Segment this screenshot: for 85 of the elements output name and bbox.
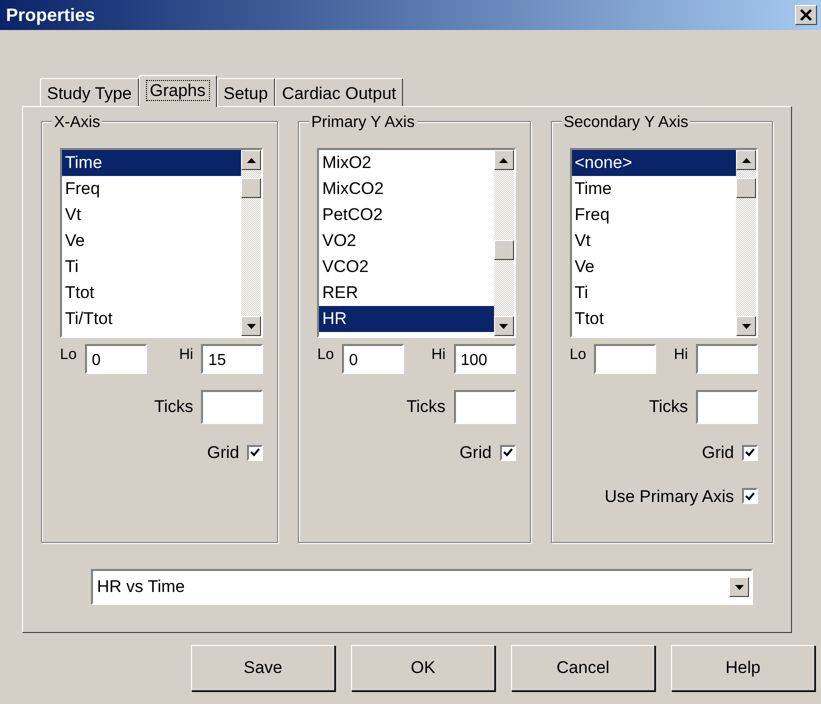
scroll-up-button[interactable] <box>241 150 262 170</box>
checkbox[interactable] <box>247 444 264 461</box>
dialog-button[interactable]: OK <box>351 645 495 691</box>
dialog-button[interactable]: Help <box>671 645 815 691</box>
scroll-down-button[interactable] <box>736 316 756 336</box>
list-item[interactable]: Time <box>62 150 242 176</box>
input-field[interactable] <box>696 390 758 424</box>
field-label: Ticks <box>406 396 446 418</box>
checkbox-label: Use Primary Axis <box>604 486 734 508</box>
list-box[interactable]: Time Freq Vt Ve Ti Ttot Ti/Ttot <box>60 148 264 338</box>
scroll-thumb[interactable] <box>494 240 514 260</box>
tab[interactable]: Graphs <box>138 75 216 107</box>
checkbox[interactable] <box>500 444 516 461</box>
list-item[interactable]: Ttot <box>572 306 736 332</box>
list-item[interactable]: Time <box>572 176 736 202</box>
list-item[interactable]: Ti <box>62 254 242 280</box>
checkbox-label: Grid <box>459 442 492 464</box>
input-field[interactable] <box>454 390 516 424</box>
scroll-down-icon <box>246 324 256 328</box>
list-item[interactable]: HR <box>319 306 494 332</box>
tab[interactable]: Study Type <box>40 78 139 106</box>
check-icon <box>745 492 755 501</box>
scroll-down-button[interactable] <box>494 316 514 336</box>
list-item[interactable]: Ve <box>572 254 736 280</box>
list-item[interactable]: Ttot <box>62 280 242 306</box>
scroll-up-button[interactable] <box>736 150 756 170</box>
field-label: Ticks <box>648 396 688 418</box>
field-label: Hi <box>179 345 194 365</box>
window-title: Properties <box>6 4 96 27</box>
scrollbar[interactable] <box>736 150 756 336</box>
list-item[interactable]: RER <box>319 280 494 306</box>
list-item[interactable]: Ve <box>62 228 242 254</box>
dialog-button[interactable]: Save <box>191 645 335 691</box>
list-item[interactable]: Freq <box>572 202 736 228</box>
list-item[interactable]: Vt <box>62 202 242 228</box>
list-item[interactable]: VCO2 <box>319 254 494 280</box>
list-item[interactable]: VO2 <box>319 228 494 254</box>
check-icon <box>745 448 755 458</box>
input-field[interactable]: 0 <box>342 344 404 374</box>
list-item[interactable]: Ti/Ttot <box>62 306 242 332</box>
field-label: Lo <box>570 345 586 365</box>
field-label: Lo <box>317 345 334 365</box>
checkbox[interactable] <box>742 444 758 461</box>
close-button[interactable] <box>795 5 817 25</box>
dialog-button[interactable]: Cancel <box>511 645 655 691</box>
list-item[interactable]: Freq <box>62 176 242 202</box>
input-field[interactable] <box>594 344 656 374</box>
tab[interactable]: Setup <box>216 78 275 106</box>
list-item[interactable]: <none> <box>572 150 736 176</box>
list-box[interactable]: <none> Time Freq Vt Ve Ti Ttot <box>570 148 758 338</box>
tab[interactable]: Cardiac Output <box>274 78 404 106</box>
check-icon <box>250 448 260 458</box>
input-field[interactable]: 15 <box>201 344 264 374</box>
input-field[interactable] <box>696 344 758 374</box>
caret-icon <box>734 584 744 590</box>
scrollbar[interactable] <box>241 150 262 336</box>
field-label: Lo <box>60 345 77 365</box>
input-field[interactable] <box>201 390 264 424</box>
field-label: Hi <box>674 345 688 365</box>
scroll-thumb[interactable] <box>241 178 262 198</box>
scroll-up-icon <box>499 158 508 162</box>
scroll-thumb[interactable] <box>736 178 756 198</box>
scroll-up-icon <box>246 158 256 162</box>
input-field[interactable]: 0 <box>84 344 147 374</box>
list-box[interactable]: MixO2 MixCO2 PetCO2 VO2 VCO2 RER HR <box>317 148 516 338</box>
scroll-down-button[interactable] <box>241 316 262 336</box>
scroll-down-icon <box>499 324 508 328</box>
scroll-up-icon <box>742 158 750 162</box>
input-field[interactable]: 100 <box>454 344 516 374</box>
list-item[interactable]: PetCO2 <box>319 202 494 228</box>
scroll-up-button[interactable] <box>494 150 514 170</box>
checkbox[interactable] <box>742 488 758 504</box>
list-item[interactable]: Ti <box>572 280 736 306</box>
scrollbar[interactable] <box>494 150 514 336</box>
close-icon <box>799 9 813 21</box>
check-icon <box>502 448 513 458</box>
checkbox-label: Grid <box>207 442 240 464</box>
scroll-down-icon <box>742 324 750 328</box>
field-label: Ticks <box>154 396 194 418</box>
list-item[interactable]: MixCO2 <box>319 176 494 202</box>
field-label: Hi <box>431 345 446 365</box>
checkbox-label: Grid <box>702 442 734 464</box>
graph-dropdown[interactable]: HR vs Time <box>91 569 753 605</box>
list-item[interactable]: MixO2 <box>319 150 494 176</box>
list-item[interactable]: Vt <box>572 228 736 254</box>
